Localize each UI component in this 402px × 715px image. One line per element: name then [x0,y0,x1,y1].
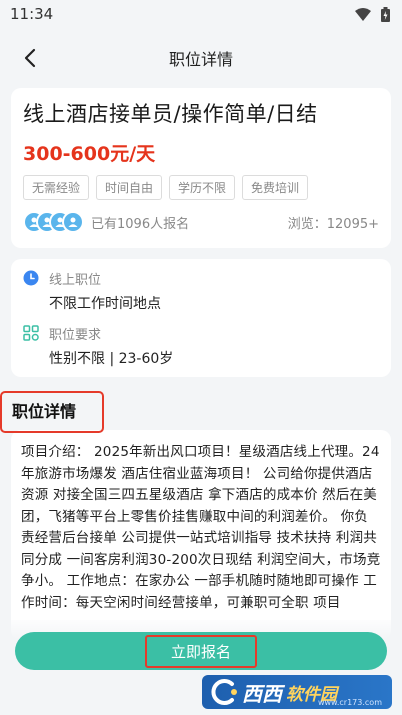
requirement-value: 性别不限 | 23-60岁 [49,351,174,367]
nav-bar: 职位详情 [0,28,402,88]
location-label: 线上职位 [49,273,102,288]
grid-icon [23,325,39,341]
wifi-icon [355,7,371,21]
battery-icon [381,6,390,22]
job-info-card: 线上职位 不限工作时间地点 职位要求 性别不限 | 23-60岁 [11,259,391,377]
tag: 无需经验 [23,175,90,201]
watermark-logo-icon [211,679,237,705]
tag: 免费培训 [242,175,309,201]
status-time: 11:34 [10,5,54,23]
tag: 时间自由 [96,175,163,201]
section-title: 职位详情 [12,402,77,421]
view-count: 浏览：12095+ [287,216,379,232]
salary: 300-600元/天 [23,143,156,166]
watermark-url: www.cr173.com [317,698,382,707]
chevron-left-icon [24,48,36,68]
requirement-row: 职位要求 性别不限 | 23-60岁 [23,324,379,368]
job-title: 线上酒店接单员/操作简单/日结 [23,102,318,126]
job-description-card: 项目介绍： 2025年新出风口项目！星级酒店线上代理。24年旅游市场爆发 酒店住… [11,430,391,640]
page-title: 职位详情 [168,50,233,69]
clock-icon [23,270,39,286]
watermark-brand: 西西 [242,681,282,706]
back-button[interactable] [14,42,46,74]
job-description: 项目介绍： 2025年新出风口项目！星级酒店线上代理。24年旅游市场爆发 酒店住… [21,444,381,611]
tag-list: 无需经验 时间自由 学历不限 免费培训 [23,175,379,201]
user-icon [68,217,78,228]
signup-meta: 已有1096人报名 浏览：12095+ [23,211,379,234]
avatar [62,211,84,234]
avatar-group [23,211,84,234]
apply-button[interactable]: 立即报名 [15,632,387,670]
site-watermark: 西西 软件园 www.cr173.com [202,675,392,709]
signup-count: 已有1096人报名 [91,216,190,232]
section-header: 职位详情 [0,391,104,433]
status-icons [355,6,390,22]
location-value: 不限工作时间地点 [49,296,161,312]
status-bar: 11:34 [0,0,402,28]
job-summary-card: 线上酒店接单员/操作简单/日结 300-600元/天 无需经验 时间自由 学历不… [11,88,391,248]
apply-button-label: 立即报名 [144,634,257,668]
location-row: 线上职位 不限工作时间地点 [23,269,379,313]
requirement-label: 职位要求 [49,328,102,343]
tag: 学历不限 [169,175,236,201]
